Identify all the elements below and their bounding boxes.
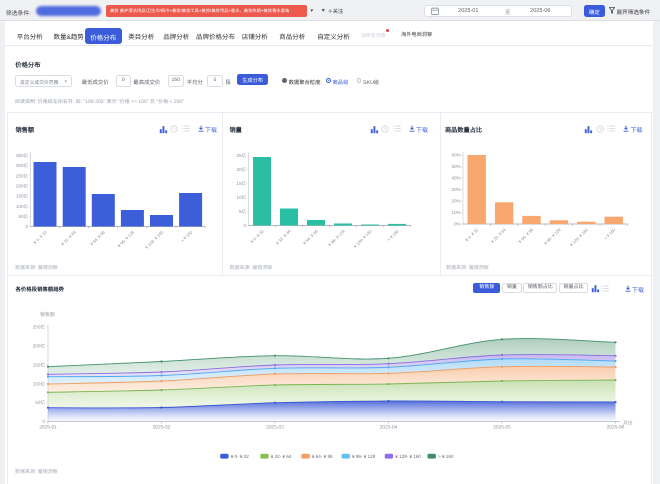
svg-text:20亿: 20亿 [236,167,246,172]
svg-text:200亿: 200亿 [33,344,46,349]
svg-text:50%: 50% [451,164,460,169]
svg-text:¥ 128- ¥ 160: ¥ 128- ¥ 160 [569,227,590,248]
svg-text:¥ 0- ¥ 32: ¥ 0- ¥ 32 [32,229,48,245]
svg-text:100亿: 100亿 [16,204,29,209]
svg-text:50亿: 50亿 [18,214,28,219]
svg-text:¥ 32- ¥ 64: ¥ 32- ¥ 64 [275,228,292,245]
svg-text:0%: 0% [454,222,461,227]
svg-text:2025-02: 2025-02 [153,425,171,431]
svg-text:¥ 96- ¥ 128: ¥ 96- ¥ 128 [543,227,562,246]
svg-text:¥ 96- ¥ 128: ¥ 96- ¥ 128 [327,228,346,247]
svg-text:2025-01: 2025-01 [39,425,57,431]
svg-text:300亿: 300亿 [16,163,29,168]
svg-text:¥ 128- ¥ 160: ¥ 128- ¥ 160 [353,228,374,249]
svg-text:30%: 30% [451,187,460,192]
svg-text:月份: 月份 [623,420,633,427]
svg-text:2025-03: 2025-03 [266,425,284,431]
svg-text:¥ 32- ¥ 64: ¥ 32- ¥ 64 [60,229,77,246]
svg-text:250亿: 250亿 [33,325,46,330]
svg-text:0: 0 [25,224,28,229]
svg-text:¥ 0- ¥ 32: ¥ 0- ¥ 32 [249,228,265,244]
svg-text:250亿: 250亿 [16,173,29,178]
svg-text:¥ 64- ¥ 96: ¥ 64- ¥ 96 [517,227,534,244]
svg-text:¥ 96- ¥ 128: ¥ 96- ¥ 128 [117,229,136,248]
svg-text:¥ 96- ¥ 128: ¥ 96- ¥ 128 [352,454,376,459]
svg-text:¥ 64- ¥ 96: ¥ 64- ¥ 96 [89,229,106,246]
svg-text:2025-04: 2025-04 [380,425,398,431]
svg-text:150亿: 150亿 [16,194,29,199]
svg-text:40%: 40% [451,176,460,181]
svg-text:10亿: 10亿 [236,195,246,200]
svg-text:60%: 60% [451,153,460,158]
svg-text:销售额: 销售额 [40,311,55,318]
svg-text:> ¥ 160: > ¥ 160 [438,454,454,459]
svg-text:¥ 64- ¥ 96: ¥ 64- ¥ 96 [312,454,333,459]
svg-text:0: 0 [42,419,45,424]
svg-text:50亿: 50亿 [35,400,45,405]
svg-text:2025-05: 2025-05 [493,425,511,431]
svg-text:10%: 10% [451,210,460,215]
svg-text:15亿: 15亿 [236,181,246,186]
svg-text:200亿: 200亿 [16,183,29,188]
svg-text:0: 0 [243,223,246,228]
svg-text:350亿: 350亿 [16,153,29,158]
svg-text:> ¥ 160: > ¥ 160 [386,228,400,242]
svg-text:¥ 128- ¥ 160: ¥ 128- ¥ 160 [144,229,165,250]
svg-text:> ¥ 160: > ¥ 160 [603,227,617,241]
svg-text:¥ 32- ¥ 64: ¥ 32- ¥ 64 [490,227,507,244]
svg-text:150亿: 150亿 [33,362,46,367]
svg-text:¥ 32- ¥ 64: ¥ 32- ¥ 64 [271,454,292,459]
svg-text:¥ 128- ¥ 160: ¥ 128- ¥ 160 [395,454,421,459]
svg-text:¥ 64- ¥ 96: ¥ 64- ¥ 96 [302,228,319,245]
svg-text:20%: 20% [451,199,460,204]
svg-text:25亿: 25亿 [236,153,246,158]
svg-text:5亿: 5亿 [239,209,247,214]
svg-text:100亿: 100亿 [33,381,46,386]
svg-text:> ¥ 160: > ¥ 160 [180,229,194,243]
svg-text:¥ 0- ¥ 32: ¥ 0- ¥ 32 [231,454,250,459]
svg-text:2025-06: 2025-06 [607,425,625,431]
svg-text:¥ 0- ¥ 32: ¥ 0- ¥ 32 [464,227,480,243]
